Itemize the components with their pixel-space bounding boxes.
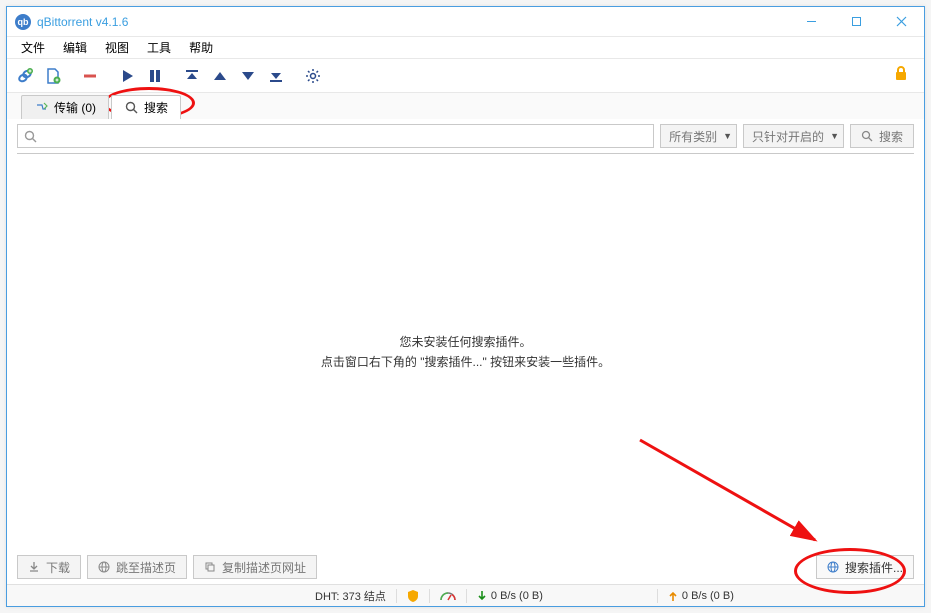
- resume-button[interactable]: [115, 64, 139, 88]
- search-plugins-button[interactable]: 搜索插件...: [816, 555, 914, 579]
- goto-page-button[interactable]: 跳至描述页: [87, 555, 187, 579]
- remove-button[interactable]: [78, 64, 102, 88]
- download-button[interactable]: 下载: [17, 555, 81, 579]
- main-content: 您未安装任何搜索插件。 点击窗口右下角的 "搜索插件..." 按钮来安装一些插件…: [17, 153, 914, 550]
- bottom-row: 下载 跳至描述页 复制描述页网址 搜索插件...: [7, 550, 924, 584]
- menu-view[interactable]: 视图: [97, 37, 137, 58]
- search-button[interactable]: 搜索: [850, 124, 914, 148]
- search-icon: [861, 130, 873, 142]
- menu-edit[interactable]: 编辑: [55, 37, 95, 58]
- tabstrip: 传输 (0) 搜索: [7, 93, 924, 119]
- toolbar: [7, 59, 924, 93]
- empty-message-line1: 您未安装任何搜索插件。: [321, 332, 610, 352]
- empty-message: 您未安装任何搜索插件。 点击窗口右下角的 "搜索插件..." 按钮来安装一些插件…: [321, 332, 610, 373]
- window-controls: [789, 7, 924, 37]
- globe-icon: [827, 561, 839, 573]
- minimize-button[interactable]: [789, 7, 834, 37]
- menubar: 文件 编辑 视图 工具 帮助: [7, 37, 924, 59]
- empty-message-line2: 点击窗口右下角的 "搜索插件..." 按钮来安装一些插件。: [321, 352, 610, 372]
- move-bottom-button[interactable]: [264, 64, 288, 88]
- chevron-down-icon: ▼: [830, 131, 839, 141]
- search-button-label: 搜索: [879, 128, 903, 145]
- copy-url-button-label: 复制描述页网址: [222, 559, 306, 576]
- search-row: 所有类别 ▼ 只针对开启的 ▼ 搜索: [7, 119, 924, 153]
- window-title: qBittorrent v4.1.6: [37, 15, 128, 29]
- scope-dropdown[interactable]: 只针对开启的 ▼: [743, 124, 844, 148]
- maximize-button[interactable]: [834, 7, 879, 37]
- dht-label: DHT: 373 结点: [315, 588, 386, 604]
- firewall-icon[interactable]: [401, 589, 425, 603]
- tab-transfers[interactable]: 传输 (0): [21, 95, 109, 119]
- search-plugins-button-label: 搜索插件...: [845, 559, 903, 576]
- transfers-icon: [34, 101, 48, 115]
- category-dropdown[interactable]: 所有类别 ▼: [660, 124, 737, 148]
- download-icon: [28, 561, 40, 573]
- upload-speed-value: 0 B/s (0 B): [682, 590, 734, 602]
- menu-help[interactable]: 帮助: [181, 37, 221, 58]
- app-window: qb qBittorrent v4.1.6 文件 编辑 视图 工具 帮助: [6, 6, 925, 607]
- chevron-down-icon: ▼: [723, 131, 732, 141]
- copy-url-button[interactable]: 复制描述页网址: [193, 555, 317, 579]
- download-speed[interactable]: 0 B/s (0 B): [471, 590, 549, 602]
- goto-page-button-label: 跳至描述页: [116, 559, 176, 576]
- statusbar: DHT: 373 结点 0 B/s (0 B) 0 B/s (0 B): [7, 584, 924, 606]
- pause-button[interactable]: [143, 64, 167, 88]
- move-down-button[interactable]: [236, 64, 260, 88]
- tab-search-label: 搜索: [144, 99, 168, 116]
- dht-status: DHT: 373 结点: [309, 588, 392, 604]
- arrow-up-icon: [668, 590, 678, 602]
- speed-icon[interactable]: [434, 591, 462, 601]
- globe-icon: [98, 561, 110, 573]
- app-icon: qb: [15, 14, 31, 30]
- close-button[interactable]: [879, 7, 924, 37]
- download-speed-value: 0 B/s (0 B): [491, 590, 543, 602]
- add-link-button[interactable]: [13, 64, 37, 88]
- upload-speed[interactable]: 0 B/s (0 B): [662, 590, 740, 602]
- download-button-label: 下载: [46, 559, 70, 576]
- tab-transfers-label: 传输 (0): [54, 99, 96, 116]
- search-input[interactable]: [43, 129, 647, 143]
- search-icon: [124, 101, 138, 115]
- scope-selected: 只针对开启的: [752, 128, 824, 145]
- tab-search[interactable]: 搜索: [111, 95, 181, 119]
- search-field[interactable]: [17, 124, 654, 148]
- move-top-button[interactable]: [180, 64, 204, 88]
- settings-button[interactable]: [301, 64, 325, 88]
- category-selected: 所有类别: [669, 128, 717, 145]
- copy-icon: [204, 561, 216, 573]
- search-icon: [24, 130, 37, 143]
- menu-file[interactable]: 文件: [13, 37, 53, 58]
- lock-icon[interactable]: [892, 64, 910, 87]
- move-up-button[interactable]: [208, 64, 232, 88]
- arrow-down-icon: [477, 590, 487, 602]
- add-file-button[interactable]: [41, 64, 65, 88]
- titlebar: qb qBittorrent v4.1.6: [7, 7, 924, 37]
- menu-tools[interactable]: 工具: [139, 37, 179, 58]
